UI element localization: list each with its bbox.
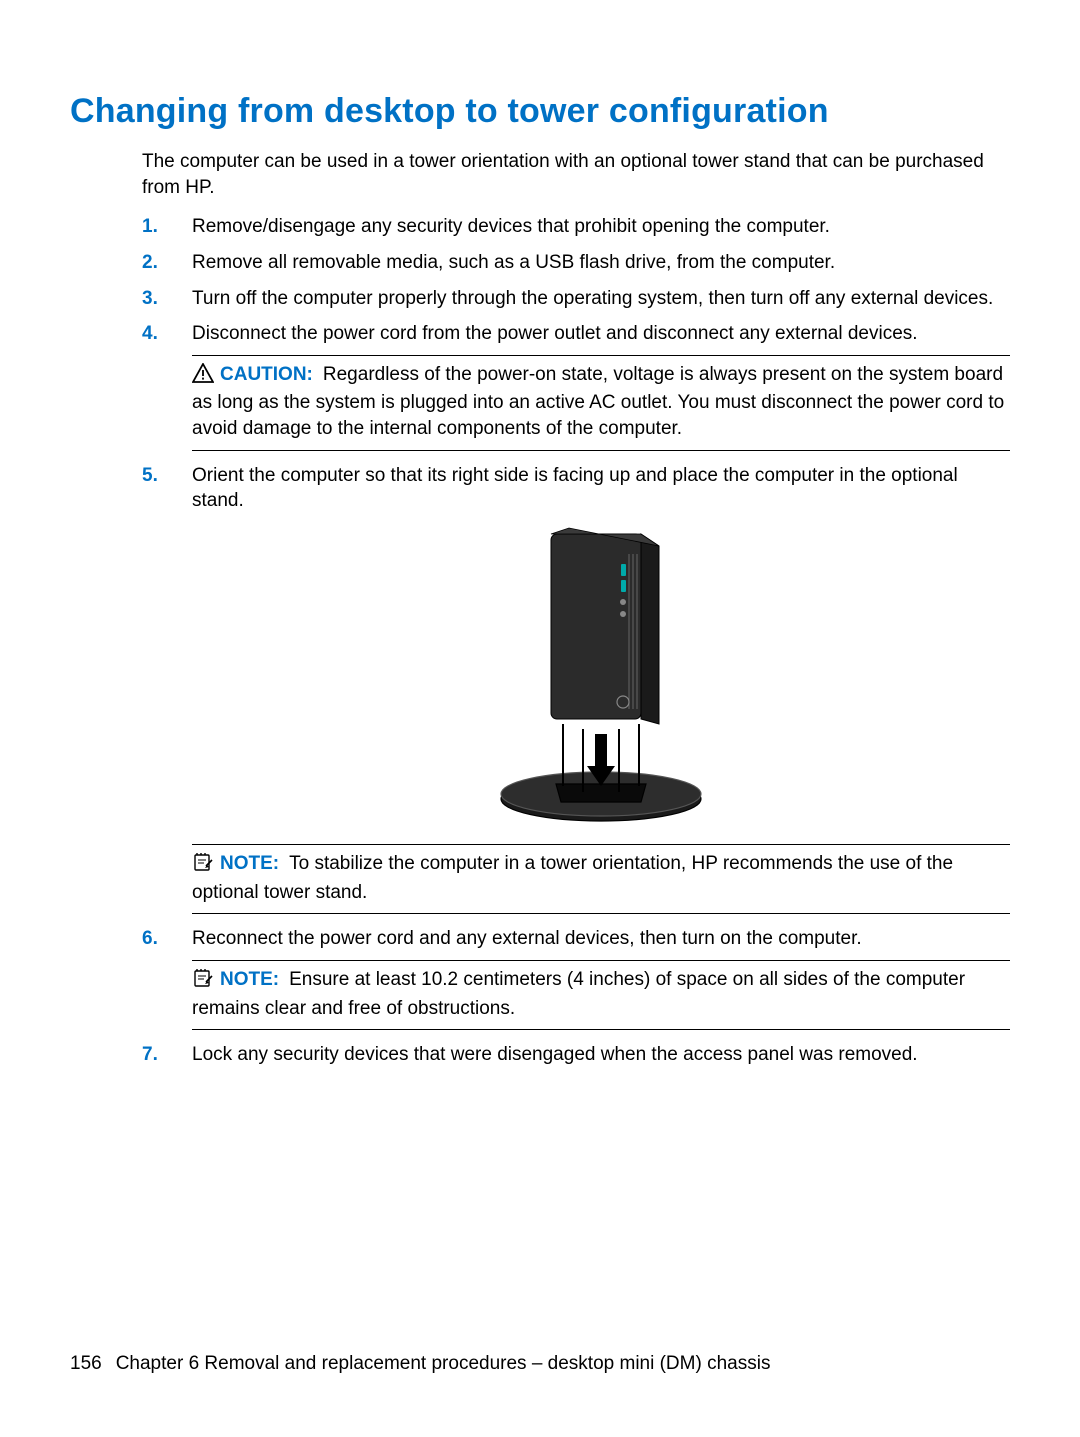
step-2: Remove all removable media, such as a US… bbox=[142, 250, 1010, 276]
chapter-title: Chapter 6 Removal and replacement proced… bbox=[116, 1353, 771, 1375]
caution-text: Regardless of the power-on state, voltag… bbox=[192, 364, 1004, 439]
caution-icon bbox=[192, 363, 214, 391]
intro-paragraph: The computer can be used in a tower orie… bbox=[70, 149, 1010, 200]
note-icon bbox=[192, 852, 214, 880]
step-7: Lock any security devices that were dise… bbox=[142, 1042, 1010, 1068]
note-label: NOTE: bbox=[220, 853, 279, 874]
step-text: Disconnect the power cord from the power… bbox=[192, 323, 918, 344]
step-3: Turn off the computer properly through t… bbox=[142, 286, 1010, 312]
step-text: Reconnect the power cord and any externa… bbox=[192, 928, 862, 949]
page-number: 156 bbox=[70, 1353, 102, 1375]
step-text: Remove/disengage any security devices th… bbox=[192, 216, 830, 237]
step-6: Reconnect the power cord and any externa… bbox=[142, 926, 1010, 1030]
note-text: To stabilize the computer in a tower ori… bbox=[192, 853, 953, 903]
step-1: Remove/disengage any security devices th… bbox=[142, 214, 1010, 240]
page-footer: 156 Chapter 6 Removal and replacement pr… bbox=[70, 1353, 770, 1375]
step-text: Lock any security devices that were dise… bbox=[192, 1044, 918, 1065]
caution-admonition: CAUTION:Regardless of the power-on state… bbox=[192, 355, 1010, 451]
document-page: Changing from desktop to tower configura… bbox=[0, 0, 1080, 1437]
procedure-list: Remove/disengage any security devices th… bbox=[70, 214, 1010, 1068]
step-5: Orient the computer so that its right si… bbox=[142, 463, 1010, 915]
tower-stand-illustration bbox=[471, 524, 731, 834]
page-heading: Changing from desktop to tower configura… bbox=[70, 92, 1010, 131]
note-icon bbox=[192, 968, 214, 996]
step-text: Turn off the computer properly through t… bbox=[192, 288, 993, 309]
step-text: Remove all removable media, such as a US… bbox=[192, 252, 835, 273]
caution-label: CAUTION: bbox=[220, 364, 313, 385]
note-admonition-1: NOTE:To stabilize the computer in a towe… bbox=[192, 844, 1010, 914]
note-label: NOTE: bbox=[220, 969, 279, 990]
illustration bbox=[192, 524, 1010, 834]
note-text: Ensure at least 10.2 centimeters (4 inch… bbox=[192, 969, 965, 1019]
step-4: Disconnect the power cord from the power… bbox=[142, 321, 1010, 451]
note-admonition-2: NOTE:Ensure at least 10.2 centimeters (4… bbox=[192, 960, 1010, 1030]
step-text: Orient the computer so that its right si… bbox=[192, 465, 958, 512]
